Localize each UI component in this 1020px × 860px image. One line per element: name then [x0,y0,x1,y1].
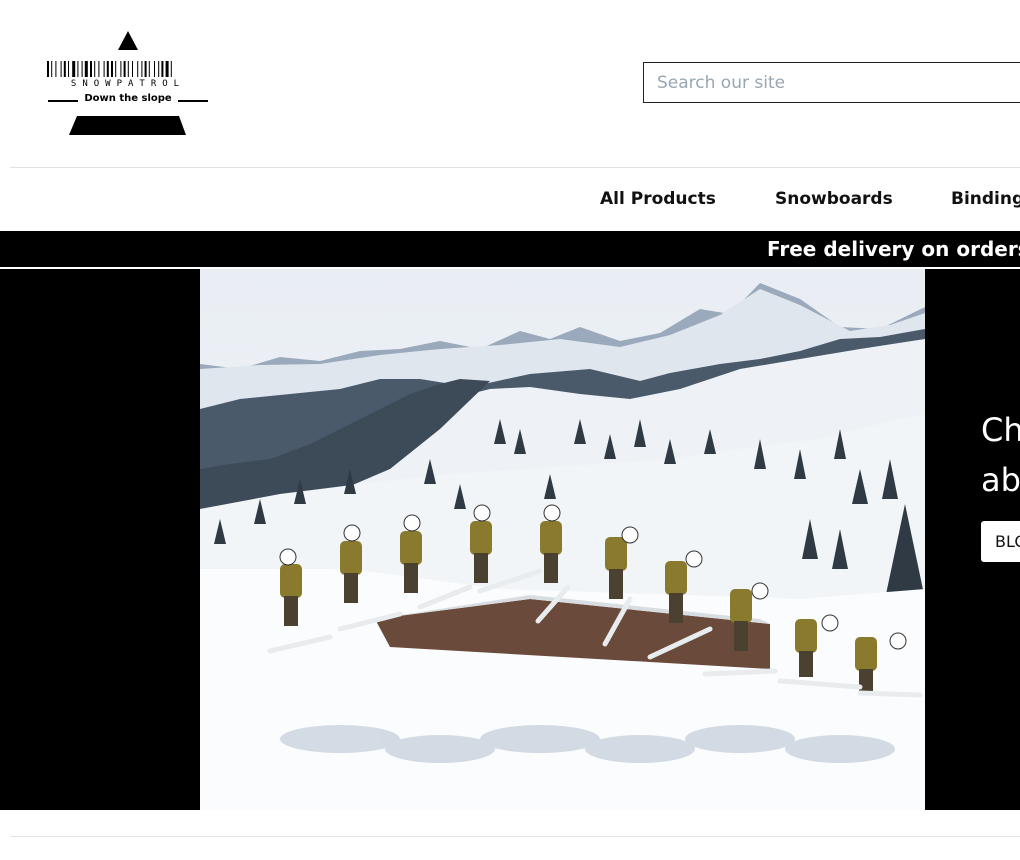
logo-top-triangle [118,31,138,50]
blog-button[interactable]: BLOG [981,521,1020,562]
logo-wordmark: SNOWPATROL [70,79,186,89]
hero-title: Check out our news about snowboarding [981,405,1020,505]
main-nav: All Products Snowboards Bindings [0,188,1020,212]
nav-item-snowboards[interactable]: Snowboards [775,188,893,210]
nav-item-all-products[interactable]: All Products [600,188,716,210]
hero-banner: Check out our news about snowboarding BL… [0,269,1020,810]
search-input[interactable] [643,62,1020,103]
page-divider [10,836,1020,837]
hero-snowboard-photo [200,269,925,810]
nav-item-bindings[interactable]: Bindings [951,188,1020,210]
logo-barcode [47,61,172,77]
hero-title-line2: about snowboarding [981,461,1020,499]
announcement-bar: Free delivery on orders over [0,231,1020,267]
hero-image [200,269,925,810]
store-logo[interactable]: SNOWPATROL Down the slope [46,31,210,137]
header-divider [10,167,1020,168]
logo-bottom-trapezoid [69,116,186,135]
announcement-text: Free delivery on orders over [767,237,1020,261]
logo-tagline: Down the slope [84,93,172,104]
hero-title-line1: Check out our news [981,411,1020,449]
